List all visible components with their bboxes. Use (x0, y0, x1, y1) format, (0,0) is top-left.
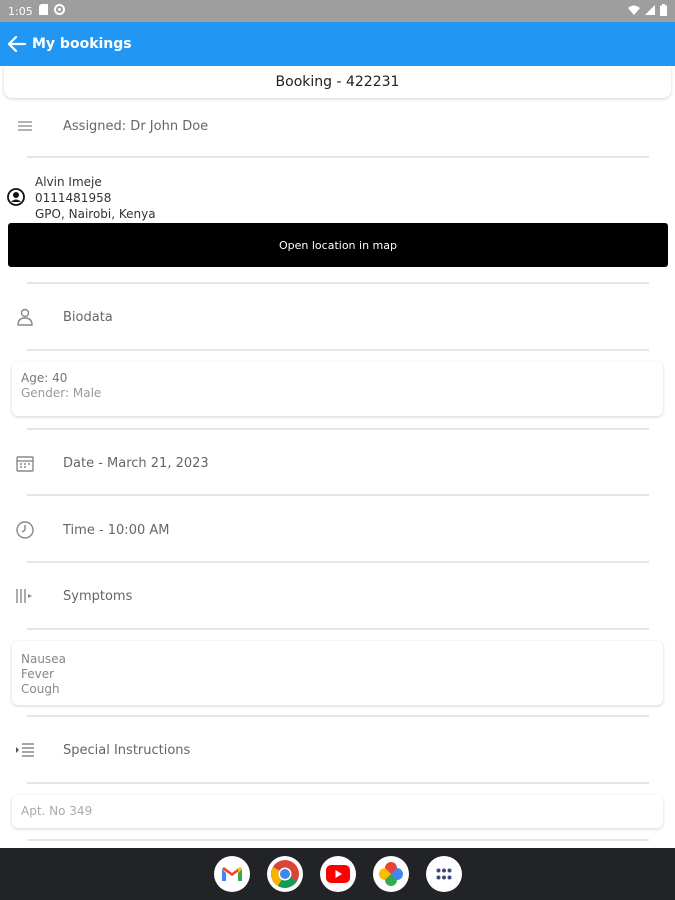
menu-lines-icon (14, 115, 36, 137)
status-bar: 1:05 (0, 0, 675, 22)
assigned-row: Assigned: Dr John Doe (0, 106, 675, 146)
booking-detail[interactable]: Booking - 422231 Assigned: Dr John Doe A… (0, 66, 675, 848)
divider (27, 561, 649, 563)
divider (27, 156, 649, 158)
contact-phone: 0111481958 (35, 191, 112, 205)
status-time: 1:05 (8, 4, 33, 18)
special-instructions-value: Apt. No 349 (21, 804, 93, 818)
person-circle-icon (7, 188, 25, 210)
gmail-icon[interactable] (213, 856, 250, 892)
contact-block: Alvin Imeje 0111481958 GPO, Nairobi, Ken… (0, 170, 675, 222)
divider (27, 349, 649, 351)
divider (27, 715, 649, 717)
youtube-icon[interactable] (319, 856, 356, 892)
arrow-left-icon[interactable] (6, 33, 28, 55)
open-location-button[interactable]: Open location in map (8, 223, 668, 267)
calendar-icon (14, 452, 36, 474)
date-row: Date - March 21, 2023 (0, 443, 675, 483)
time-row: Time - 10:00 AM (0, 510, 675, 550)
symptoms-card: Nausea Fever Cough (12, 641, 663, 705)
symptoms-label: Symptoms (63, 588, 133, 604)
symptom-item: Fever (21, 667, 55, 681)
divider (27, 628, 649, 630)
open-location-label: Open location in map (279, 238, 397, 252)
date-label: Date - March 21, 2023 (63, 455, 209, 471)
person-outline-icon (14, 306, 36, 328)
symptom-item: Nausea (21, 652, 66, 666)
chrome-icon[interactable] (266, 856, 303, 892)
sim-card-icon (38, 4, 48, 18)
biodata-card: Age: 40 Gender: Male (12, 362, 663, 416)
wifi-icon (628, 5, 640, 18)
assigned-label: Assigned: Dr John Doe (63, 118, 209, 134)
special-instructions-label: Special Instructions (63, 742, 191, 758)
list-indent-icon (14, 739, 36, 761)
symptom-item: Cough (21, 682, 60, 696)
divider (27, 782, 649, 784)
photos-icon[interactable] (372, 856, 409, 892)
divider (27, 839, 649, 841)
signal-icon (645, 4, 655, 18)
divider (27, 282, 649, 284)
booking-title: Booking - 422231 (275, 74, 400, 90)
divider (27, 428, 649, 430)
contact-name: Alvin Imeje (35, 175, 102, 189)
special-instructions-row: Special Instructions (0, 730, 675, 770)
symptoms-bars-icon (14, 585, 36, 607)
biodata-row: Biodata (0, 297, 675, 337)
biodata-gender: Gender: Male (21, 386, 102, 400)
symptoms-row: Symptoms (0, 576, 675, 616)
special-instructions-card: Apt. No 349 (12, 795, 663, 828)
biodata-age: Age: 40 (21, 371, 68, 385)
app-bar-title: My bookings (32, 36, 132, 52)
booking-header: Booking - 422231 (4, 66, 671, 98)
system-dock (0, 848, 675, 900)
contact-address: GPO, Nairobi, Kenya (35, 207, 156, 221)
clock-icon (14, 519, 36, 541)
app-bar: My bookings (0, 22, 675, 66)
app-drawer-icon[interactable] (425, 856, 462, 892)
time-label: Time - 10:00 AM (63, 522, 170, 538)
settings-circle-icon (53, 4, 65, 18)
battery-icon (660, 3, 667, 19)
biodata-label: Biodata (63, 309, 113, 325)
divider (27, 494, 649, 496)
